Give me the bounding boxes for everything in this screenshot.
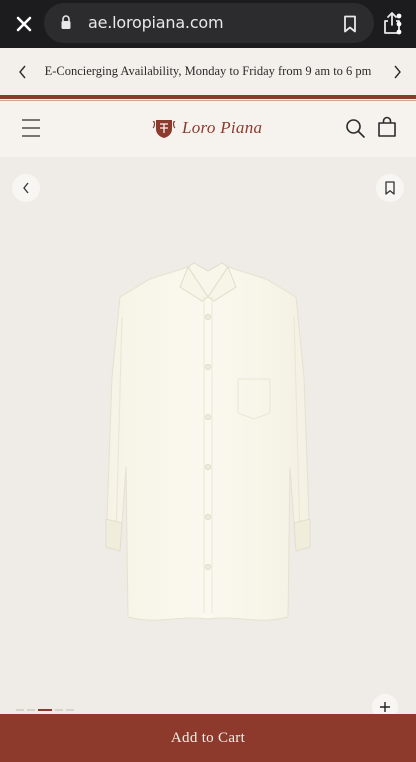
chevron-left-icon <box>23 182 29 194</box>
close-tab-button[interactable] <box>6 6 42 42</box>
logo-text: Loro Piana <box>182 118 263 137</box>
product-gallery[interactable] <box>0 157 416 720</box>
brand-logo[interactable]: Loro Piana <box>152 113 264 143</box>
more-options-button[interactable] <box>384 8 414 40</box>
close-icon <box>16 16 32 32</box>
wishlist-button[interactable] <box>376 174 404 202</box>
menu-icon[interactable] <box>20 117 42 139</box>
bookmark-icon <box>344 15 356 33</box>
chevron-right-icon[interactable] <box>388 63 406 81</box>
shopping-bag-icon[interactable] <box>376 116 398 138</box>
site-header: Loro Piana <box>0 101 416 157</box>
url-text: ae.loropiana.com <box>88 13 224 32</box>
lock-icon <box>61 15 71 29</box>
gallery-dot[interactable] <box>16 709 24 711</box>
address-bar[interactable]: ae.loropiana.com <box>44 3 400 43</box>
chevron-left-icon[interactable] <box>14 63 32 81</box>
brand-divider <box>0 95 416 99</box>
browser-toolbar: ae.loropiana.com <box>0 0 416 48</box>
gallery-dot[interactable] <box>27 709 35 711</box>
wishlist-bookmark-icon <box>385 181 395 195</box>
plus-icon <box>380 702 390 712</box>
search-icon[interactable] <box>344 117 366 139</box>
more-icon <box>396 13 402 35</box>
announcement-bar: E-Concierging Availability, Monday to Fr… <box>0 48 416 95</box>
gallery-pagination <box>16 708 74 712</box>
announcement-text: E-Concierging Availability, Monday to Fr… <box>44 64 372 78</box>
bookmark-button[interactable] <box>334 9 366 39</box>
gallery-dot[interactable] <box>55 709 63 711</box>
gallery-dot[interactable] <box>66 709 74 711</box>
add-to-cart-label: Add to Cart <box>170 730 246 746</box>
product-image-shirt <box>105 262 311 621</box>
crest-icon <box>152 120 176 138</box>
back-button[interactable] <box>12 174 40 202</box>
gallery-dot-active[interactable] <box>38 709 52 711</box>
add-to-cart-button[interactable]: Add to Cart <box>0 714 416 762</box>
